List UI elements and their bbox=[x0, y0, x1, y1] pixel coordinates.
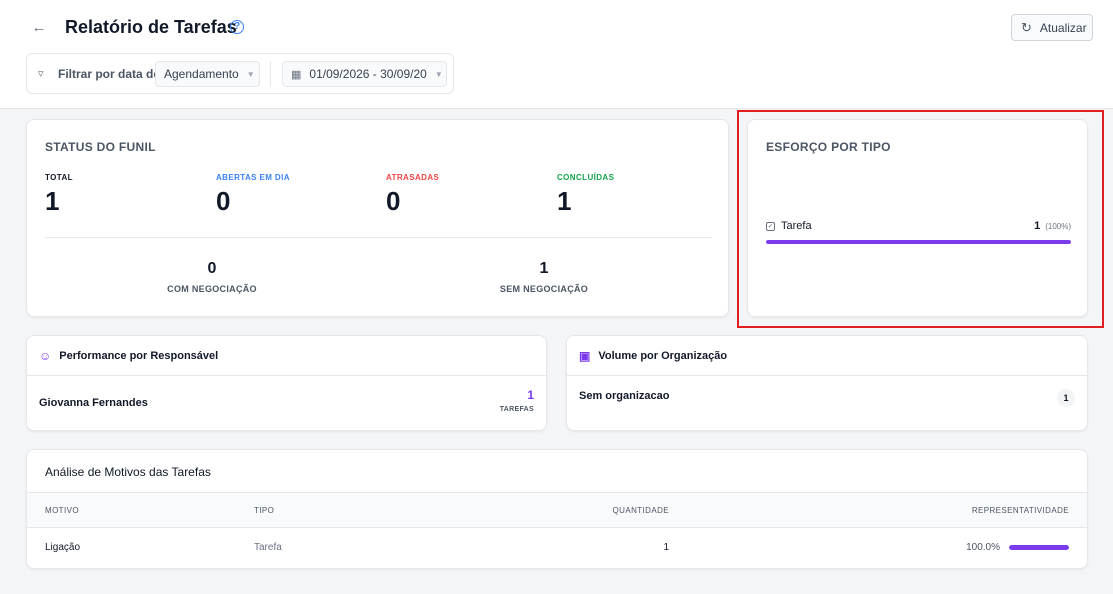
representatividade-value: 100.0% bbox=[966, 542, 1000, 553]
funnel-status-card: STATUS DO FUNIL TOTAL 1 ABERTAS EM DIA 0… bbox=[26, 119, 729, 317]
column-header-tipo: TIPO bbox=[254, 506, 275, 515]
funnel-status-title: STATUS DO FUNIL bbox=[45, 140, 156, 154]
without-deal-stat: 1 SEM NEGOCIAÇÃO bbox=[464, 260, 624, 294]
with-deal-stat: 0 COM NEGOCIAÇÃO bbox=[132, 260, 292, 294]
stat-label: CONCLUÍDAS bbox=[557, 173, 615, 182]
date-type-select[interactable]: Agendamento ▼ bbox=[155, 61, 260, 87]
chevron-down-icon: ▼ bbox=[434, 69, 443, 79]
funnel-icon: ▿ bbox=[38, 68, 44, 80]
stat-value: 0 bbox=[216, 186, 231, 216]
stat-late: ATRASADAS 0 bbox=[386, 173, 439, 217]
filter-divider bbox=[270, 61, 271, 87]
filter-label: Filtrar por data de: bbox=[58, 67, 165, 81]
representatividade-bar bbox=[1009, 545, 1069, 550]
top-bar: ← Relatório de Tarefas ? ↻ Atualizar ▿ F… bbox=[0, 0, 1113, 109]
chevron-down-icon: ▼ bbox=[246, 69, 255, 79]
table-header: MOTIVO TIPO QUANTIDADE REPRESENTATIVIDAD… bbox=[27, 492, 1087, 528]
with-deal-value: 0 bbox=[207, 260, 217, 277]
stat-total: TOTAL 1 bbox=[45, 173, 73, 217]
refresh-button-label: Atualizar bbox=[1039, 20, 1087, 35]
row-representatividade: 100.0% bbox=[966, 542, 1069, 553]
stat-open-on-time: ABERTAS EM DIA 0 bbox=[216, 173, 290, 217]
responsible-name: Giovanna Fernandes bbox=[39, 397, 148, 409]
refresh-icon: ↻ bbox=[1021, 19, 1032, 35]
volume-title: Volume por Organização bbox=[598, 349, 728, 362]
column-header-motivo: MOTIVO bbox=[45, 506, 79, 515]
refresh-button[interactable]: ↻ Atualizar bbox=[1011, 14, 1093, 41]
stat-label: TOTAL bbox=[45, 173, 73, 182]
users-icon: ☺ bbox=[39, 348, 52, 363]
calendar-icon: ▦ bbox=[291, 68, 302, 81]
page-title: Relatório de Tarefas bbox=[65, 17, 237, 37]
performance-header: ☺ Performance por Responsável bbox=[27, 336, 546, 376]
row-tipo: Tarefa bbox=[254, 542, 282, 553]
volume-card: ▣ Volume por Organização Sem organizacao… bbox=[566, 335, 1088, 431]
organization-count-badge: 1 bbox=[1057, 389, 1075, 407]
date-filter-bar: ▿ Filtrar por data de: Agendamento ▼ ▦ 0… bbox=[26, 53, 454, 94]
responsible-unit: TAREFAS bbox=[499, 406, 534, 413]
volume-header: ▣ Volume por Organização bbox=[567, 336, 1087, 376]
date-range-value: 01/09/2026 - 30/09/20 bbox=[309, 67, 427, 81]
date-range-picker[interactable]: ▦ 01/09/2026 - 30/09/20 ▼ bbox=[282, 61, 447, 87]
date-type-value: Agendamento bbox=[164, 67, 239, 81]
reasons-card: Análise de Motivos das Tarefas MOTIVO TI… bbox=[26, 449, 1088, 569]
stat-value: 1 bbox=[45, 186, 60, 216]
row-motivo: Ligação bbox=[45, 542, 81, 553]
without-deal-value: 1 bbox=[539, 260, 549, 277]
column-header-quantidade: QUANTIDADE bbox=[612, 506, 669, 515]
reasons-title: Análise de Motivos das Tarefas bbox=[45, 465, 211, 479]
arrow-left-icon[interactable]: ← bbox=[28, 17, 50, 39]
representatividade-bar-fill bbox=[1009, 545, 1069, 550]
funnel-divider bbox=[45, 237, 712, 238]
stat-label: ABERTAS EM DIA bbox=[216, 173, 290, 182]
performance-card: ☺ Performance por Responsável Giovanna F… bbox=[26, 335, 547, 431]
organization-name: Sem organizacao bbox=[579, 390, 670, 402]
stat-label: ATRASADAS bbox=[386, 173, 440, 182]
row-quantidade: 1 bbox=[663, 542, 669, 553]
responsible-count: 1 bbox=[527, 388, 534, 402]
without-deal-label: SEM NEGOCIAÇÃO bbox=[499, 284, 589, 294]
stat-completed: CONCLUÍDAS 1 bbox=[557, 173, 614, 217]
help-icon[interactable]: ? bbox=[230, 20, 244, 34]
with-deal-label: COM NEGOCIAÇÃO bbox=[167, 284, 257, 294]
building-icon: ▣ bbox=[579, 348, 591, 363]
performance-title: Performance por Responsável bbox=[59, 349, 219, 362]
column-header-representatividade: REPRESENTATIVIDADE bbox=[971, 506, 1069, 515]
stat-value: 0 bbox=[386, 186, 401, 216]
highlight-box bbox=[737, 110, 1104, 328]
stat-value: 1 bbox=[557, 186, 572, 216]
